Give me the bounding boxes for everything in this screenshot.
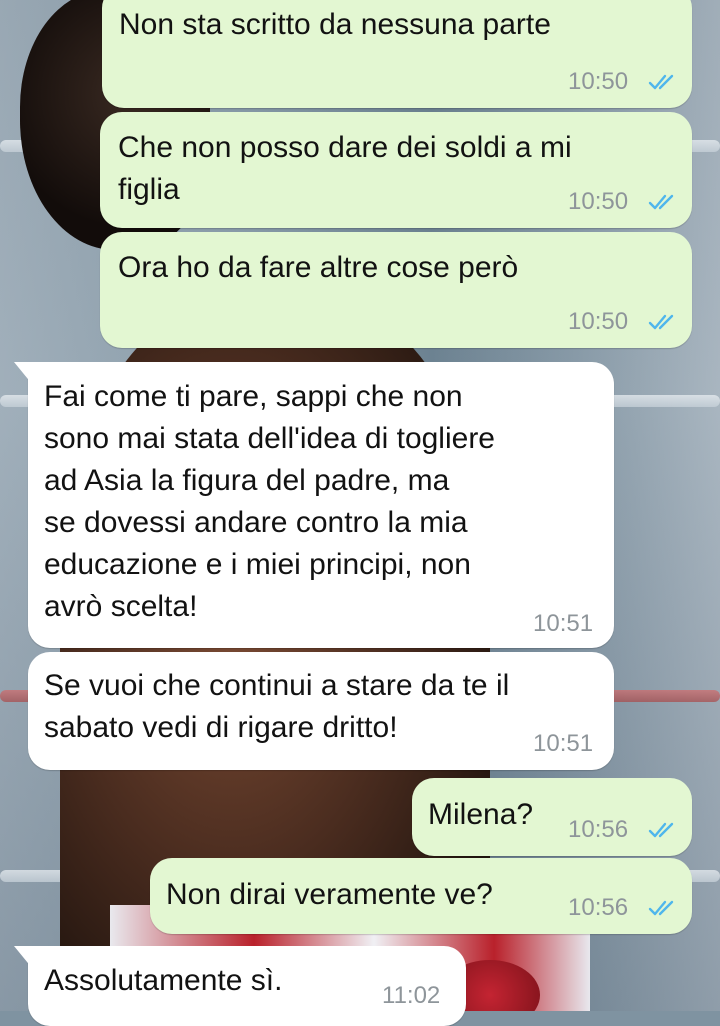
- message-text: Non sta scritto da nessuna parte: [119, 8, 551, 41]
- message-time: 10:51: [533, 610, 594, 637]
- message-bubble-outgoing[interactable]: Che non posso dare dei soldi a mi figlia…: [100, 112, 692, 228]
- message-time: 10:50: [568, 68, 629, 95]
- message-time: 10:51: [533, 730, 594, 757]
- message-time: 11:02: [382, 982, 441, 1009]
- message-bubble-incoming[interactable]: Fai come ti pare, sappi che non sono mai…: [14, 362, 614, 648]
- message-text: Se vuoi che continui a stare da te il sa…: [44, 669, 510, 744]
- message-text: Milena?: [428, 798, 534, 831]
- message-time: 10:50: [568, 188, 629, 215]
- message-text: Assolutamente sì.: [44, 964, 283, 997]
- message-bubble-outgoing[interactable]: Ora ho da fare altre cose però 10:50: [100, 232, 692, 348]
- message-bubble-incoming[interactable]: Assolutamente sì. 11:02: [14, 946, 466, 1026]
- message-text: Non dirai veramente ve?: [166, 878, 493, 911]
- message-text: Che non posso dare dei soldi a mi figlia: [118, 131, 572, 206]
- double-check-icon: [648, 314, 674, 330]
- double-check-icon: [648, 822, 674, 838]
- message-bubble-outgoing[interactable]: Non sta scritto da nessuna parte 10:50: [102, 0, 692, 108]
- message-bubble-outgoing[interactable]: Milena? 10:56: [412, 778, 692, 856]
- message-text: Fai come ti pare, sappi che non sono mai…: [44, 380, 495, 623]
- double-check-icon: [648, 74, 674, 90]
- double-check-icon: [648, 900, 674, 916]
- message-bubble-outgoing[interactable]: Non dirai veramente ve? 10:56: [150, 858, 692, 934]
- message-time: 10:50: [568, 308, 629, 335]
- double-check-icon: [648, 194, 674, 210]
- message-time: 10:56: [568, 816, 629, 843]
- message-text: Ora ho da fare altre cose però: [118, 251, 519, 284]
- message-bubble-incoming[interactable]: Se vuoi che continui a stare da te il sa…: [28, 652, 614, 770]
- message-time: 10:56: [568, 894, 629, 921]
